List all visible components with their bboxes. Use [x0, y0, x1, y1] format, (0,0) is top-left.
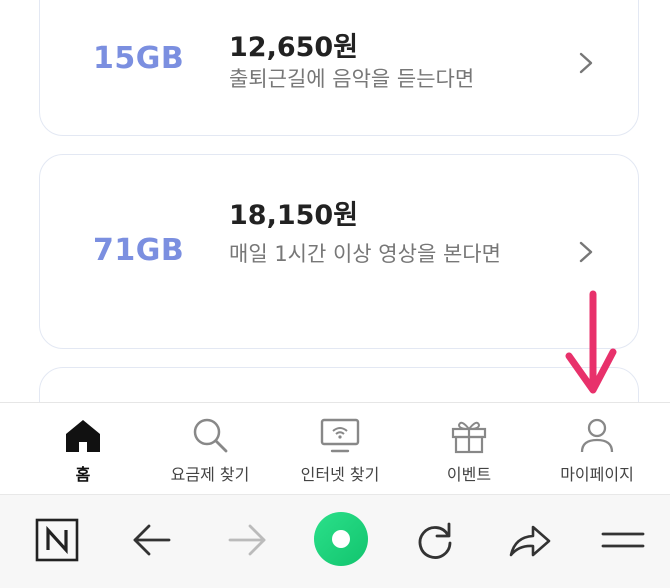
tab-label: 인터넷 찾기	[300, 465, 380, 484]
plan-price: 18,150원	[229, 200, 359, 231]
refresh-icon[interactable]	[410, 515, 460, 565]
plan-card[interactable]: 71GB 18,150원 매일 1시간 이상 영상을 본다면	[39, 154, 639, 349]
share-icon[interactable]	[505, 515, 555, 565]
tab-internet-search[interactable]: 인터넷 찾기	[273, 403, 407, 495]
monitor-wifi-icon	[320, 415, 360, 455]
naver-n-icon[interactable]	[32, 515, 82, 565]
chevron-right-icon	[574, 51, 598, 75]
user-icon	[577, 415, 617, 455]
plan-description: 매일 1시간 이상 영상을 본다면	[229, 242, 501, 266]
browser-toolbar	[0, 494, 670, 588]
tab-plan-search[interactable]: 요금제 찾기	[143, 403, 277, 495]
bottom-tab-bar: 홈 요금제 찾기 인터넷 찾기 이벤트 마이페이지	[0, 402, 670, 494]
tab-label: 요금제 찾기	[170, 465, 250, 484]
plan-description: 출퇴근길에 음악을 듣는다면	[229, 67, 475, 91]
forward-arrow-icon[interactable]	[222, 515, 272, 565]
tab-label: 이벤트	[446, 465, 492, 484]
back-arrow-icon[interactable]	[127, 515, 177, 565]
tab-label: 홈	[75, 465, 91, 484]
green-home-circle-icon[interactable]	[313, 511, 369, 567]
home-icon	[63, 415, 103, 455]
annotation-arrow-icon	[565, 290, 617, 396]
plan-list: 15GB 12,650원 출퇴근길에 음악을 듣는다면 71GB 18,150원…	[0, 0, 670, 402]
plan-card[interactable]	[39, 367, 639, 402]
tab-label: 마이페이지	[560, 465, 634, 484]
tab-mypage[interactable]: 마이페이지	[530, 403, 664, 495]
tab-event[interactable]: 이벤트	[402, 403, 536, 495]
search-icon	[190, 415, 230, 455]
menu-icon[interactable]	[598, 515, 648, 565]
gift-icon	[449, 415, 489, 455]
plan-card[interactable]: 15GB 12,650원 출퇴근길에 음악을 듣는다면	[39, 0, 639, 136]
chevron-right-icon	[574, 240, 598, 264]
plan-data-amount: 71GB	[93, 233, 185, 268]
plan-data-amount: 15GB	[93, 41, 185, 76]
tab-home[interactable]: 홈	[16, 403, 150, 495]
